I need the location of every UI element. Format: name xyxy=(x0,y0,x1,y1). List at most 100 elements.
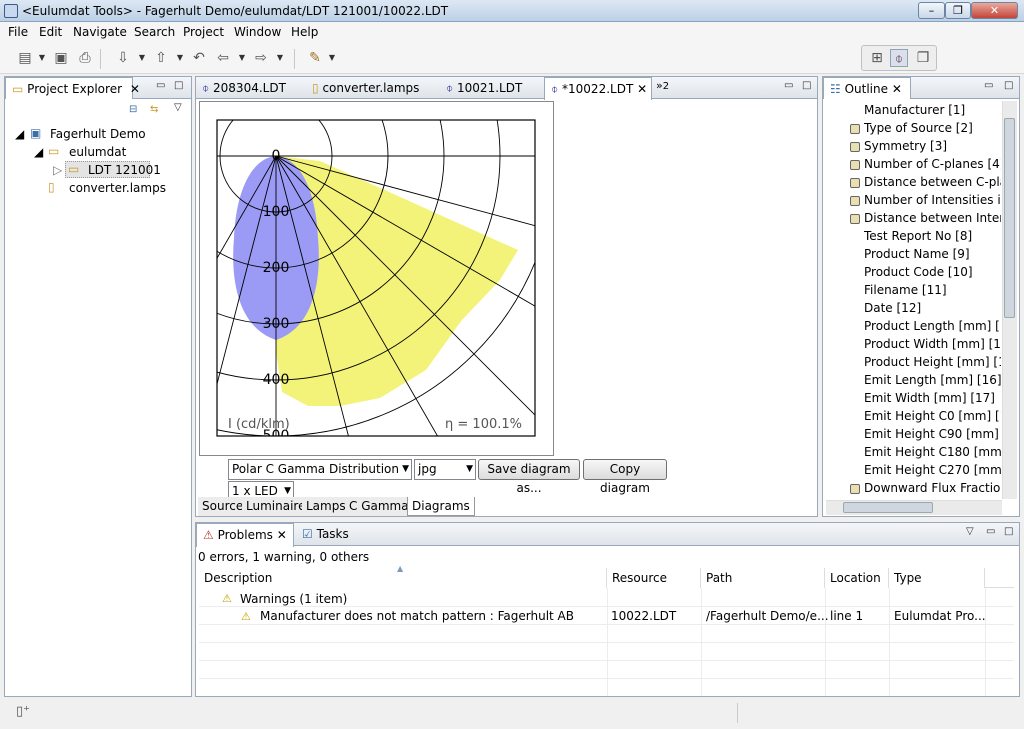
save-diagram-button[interactable]: Save diagram as... xyxy=(478,459,580,495)
forward-icon[interactable]: ⇨ xyxy=(252,49,270,67)
maximize-problems-icon[interactable]: □ xyxy=(1004,526,1013,537)
export-dropdown-icon[interactable]: ▼ xyxy=(176,49,184,67)
tree-expand-icon[interactable]: ◢ xyxy=(34,145,43,159)
outline-item[interactable]: Product Name [9] xyxy=(864,247,1001,261)
outline-item[interactable]: Symmetry [3] xyxy=(864,139,1001,153)
outline-item[interactable]: Product Length [mm] [13] xyxy=(864,319,1001,333)
new-dropdown-icon[interactable]: ▼ xyxy=(38,49,46,67)
copy-diagram-button[interactable]: Copy diagram xyxy=(583,459,667,495)
maximize-editor-icon[interactable]: □ xyxy=(802,80,811,91)
menu-window[interactable]: Window xyxy=(234,25,281,39)
tab-outline[interactable]: ☷ Outline ✕ xyxy=(823,77,911,99)
outline-item[interactable]: Test Report No [8] xyxy=(864,229,1001,243)
tab-diagrams[interactable]: Diagrams xyxy=(407,497,475,516)
forward-dropdown-icon[interactable]: ▼ xyxy=(276,49,284,67)
outline-item[interactable]: Number of Intensities in each C-plane [6… xyxy=(864,193,1001,207)
tab-converter-lamps[interactable]: ▯ converter.lamps xyxy=(306,77,440,99)
last-edit-icon[interactable]: ↶ xyxy=(190,49,208,67)
table-row[interactable]: ⚠ Manufacturer does not match pattern : … xyxy=(199,608,1014,626)
outline-scroll-thumb[interactable] xyxy=(1004,118,1015,318)
column-path[interactable]: Path xyxy=(701,568,825,588)
menu-edit[interactable]: Edit xyxy=(39,25,62,39)
minimize-outline-icon[interactable]: ▭ xyxy=(984,80,993,91)
tab-208304-ldt[interactable]: ⌽ 208304.LDT xyxy=(196,77,306,99)
new-icon[interactable]: ▤ xyxy=(16,49,34,67)
save-icon[interactable]: ▣ xyxy=(52,49,70,67)
back-dropdown-icon[interactable]: ▼ xyxy=(238,49,246,67)
tree-item-eulumdat[interactable]: eulumdat xyxy=(69,145,126,159)
close-button[interactable]: ✕ xyxy=(971,2,1018,19)
maximize-view-icon[interactable]: □ xyxy=(174,80,183,91)
tree-collapse-icon[interactable]: ▷ xyxy=(53,163,62,177)
outline-item[interactable]: Product Width [mm] [14] xyxy=(864,337,1001,351)
fast-view-icon[interactable]: ▯⁺ xyxy=(16,704,30,719)
diagram-type-select[interactable]: Polar C Gamma Distribution ▼ xyxy=(228,459,412,480)
outline-item[interactable]: Number of C-planes [4] xyxy=(864,157,1001,171)
resource-perspective-icon[interactable]: ❐ xyxy=(914,49,932,67)
tab-tasks[interactable]: ☑ Tasks xyxy=(296,523,356,545)
tree-expand-icon[interactable]: ◢ xyxy=(15,127,24,141)
column-resource[interactable]: Resource xyxy=(607,568,701,588)
link-with-editor-icon[interactable]: ⇆ xyxy=(150,104,158,115)
tab-lamps[interactable]: Lamps xyxy=(302,497,351,516)
tab-c-gamma[interactable]: C Gamma xyxy=(345,497,414,516)
outline-item[interactable]: Type of Source [2] xyxy=(864,121,1001,135)
tab-project-explorer[interactable]: ▭ Project Explorer ✕ xyxy=(5,77,140,99)
outline-item[interactable]: Date [12] xyxy=(864,301,1001,315)
minimize-button[interactable]: – xyxy=(918,2,945,19)
view-menu-icon[interactable]: ▽ xyxy=(174,102,182,113)
close-icon[interactable]: ✕ xyxy=(637,82,647,96)
outline-item[interactable]: Emit Height C0 [mm] [18] xyxy=(864,409,1001,423)
tab-problems[interactable]: ⚠ Problems ✕ xyxy=(196,523,294,547)
pin-icon[interactable]: ✎ xyxy=(306,49,324,67)
format-select[interactable]: jpg ▼ xyxy=(414,459,476,480)
menu-search[interactable]: Search xyxy=(134,25,175,39)
pin-dropdown-icon[interactable]: ▼ xyxy=(328,49,336,67)
minimize-editor-icon[interactable]: ▭ xyxy=(784,80,793,91)
outline-hscroll-thumb[interactable] xyxy=(843,502,933,513)
outline-item[interactable]: Distance between Intensities [7] xyxy=(864,211,1001,225)
menu-help[interactable]: Help xyxy=(291,25,318,39)
outline-item[interactable]: Manufacturer [1] xyxy=(864,103,1001,117)
outline-item[interactable]: Emit Height C270 [mm] [21] xyxy=(864,463,1001,477)
minimize-view-icon[interactable]: ▭ xyxy=(156,80,165,91)
menu-file[interactable]: File xyxy=(8,25,28,39)
close-icon[interactable]: ✕ xyxy=(892,82,902,96)
tab-overflow[interactable]: »2 xyxy=(656,79,669,92)
outline-item[interactable]: Emit Width [mm] [17] xyxy=(864,391,1001,405)
tree-item-ldt-121001[interactable]: LDT 121001 xyxy=(88,163,161,177)
tab-source[interactable]: Source xyxy=(198,497,249,516)
tab-10021-ldt[interactable]: ⌽ 10021.LDT xyxy=(440,77,544,99)
menu-project[interactable]: Project xyxy=(183,25,224,39)
menu-navigate[interactable]: Navigate xyxy=(73,25,127,39)
outline-item[interactable]: Emit Height C90 [mm] [19] xyxy=(864,427,1001,441)
export-icon[interactable]: ⇧ xyxy=(152,49,170,67)
view-menu-icon[interactable]: ▽ xyxy=(966,526,974,537)
back-icon[interactable]: ⇦ xyxy=(214,49,232,67)
outline-item[interactable]: Distance between C-planes [5] xyxy=(864,175,1001,189)
maximize-button[interactable]: ❐ xyxy=(945,2,971,19)
outline-item[interactable]: Product Code [10] xyxy=(864,265,1001,279)
outline-item[interactable]: Emit Length [mm] [16] xyxy=(864,373,1001,387)
outline-item[interactable]: Product Height [mm] [15] xyxy=(864,355,1001,369)
tab-10022-ldt[interactable]: ⌽ *10022.LDT ✕ xyxy=(544,77,652,100)
column-location[interactable]: Location xyxy=(825,568,889,588)
print-icon[interactable]: ⎙ xyxy=(76,49,94,67)
tree-item-converter-lamps[interactable]: converter.lamps xyxy=(69,181,166,195)
open-perspective-icon[interactable]: ⊞ xyxy=(868,49,886,67)
minimize-problems-icon[interactable]: ▭ xyxy=(986,526,995,537)
tab-luminaire[interactable]: Luminaire xyxy=(242,497,311,516)
collapse-all-icon[interactable]: ⊟ xyxy=(129,104,137,115)
outline-item[interactable]: Downward Flux Fraction [22] xyxy=(864,481,1001,495)
close-icon[interactable]: ✕ xyxy=(130,82,140,96)
outline-item[interactable]: Filename [11] xyxy=(864,283,1001,297)
maximize-outline-icon[interactable]: □ xyxy=(1004,80,1013,91)
column-type[interactable]: Type xyxy=(889,568,985,588)
eulumdat-perspective-icon[interactable]: ⌽ xyxy=(890,49,908,67)
tree-item-fagerhult-demo[interactable]: Fagerhult Demo xyxy=(50,127,146,141)
warnings-group[interactable]: Warnings (1 item) xyxy=(240,592,347,606)
import-dropdown-icon[interactable]: ▼ xyxy=(138,49,146,67)
import-icon[interactable]: ⇩ xyxy=(114,49,132,67)
outline-item[interactable]: Emit Height C180 [mm] [20] xyxy=(864,445,1001,459)
close-icon[interactable]: ✕ xyxy=(277,528,287,542)
